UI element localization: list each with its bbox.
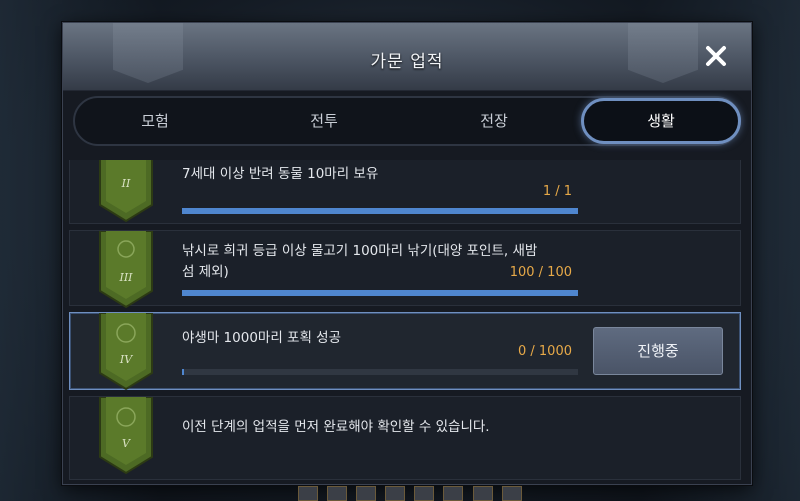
svg-text:V: V <box>122 437 131 450</box>
tab-battlefield[interactable]: 전장 <box>411 98 577 144</box>
hud-slot-icon[interactable] <box>501 486 522 501</box>
hud-slot-icon[interactable] <box>472 486 493 501</box>
progress-bar-fill <box>182 290 578 296</box>
achievement-row: II 7세대 이상 반려 동물 10마리 보유 1 / 1 <box>69 160 741 224</box>
achievement-count: 1 / 1 <box>542 184 572 199</box>
achievement-list[interactable]: II 7세대 이상 반려 동물 10마리 보유 1 / 1 III 낚시로 희귀… <box>69 160 741 480</box>
hud-slot-icon[interactable] <box>356 486 377 501</box>
tier-badge-icon: IV <box>99 313 153 391</box>
achievement-row-locked: V 이전 단계의 업적을 먼저 완료해야 확인할 수 있습니다. <box>69 396 741 480</box>
close-icon <box>706 46 726 66</box>
in-progress-button[interactable]: 진행중 <box>593 327 723 375</box>
progress-bar-fill <box>182 208 578 214</box>
progress-bar <box>182 369 578 375</box>
achievement-count: 100 / 100 <box>509 265 572 280</box>
hud-slot-icon[interactable] <box>385 486 406 501</box>
category-tab-bar: 모험 전투 전장 생활 <box>73 96 741 146</box>
hud-slot-icon[interactable] <box>414 486 435 501</box>
dialog-title: 가문 업적 <box>370 52 444 72</box>
hud-skill-bar <box>298 486 526 501</box>
svg-text:II: II <box>121 177 131 190</box>
tab-combat[interactable]: 전투 <box>241 98 407 144</box>
tab-life[interactable]: 생활 <box>581 98 741 144</box>
family-achievement-dialog: 가문 업적 모험 전투 전장 생활 II 7세대 이상 반려 동물 10마리 보… <box>62 22 752 485</box>
achievement-row-selected[interactable]: IV 야생마 1000마리 포획 성공 0 / 1000 진행중 <box>69 312 741 391</box>
hud-slot-icon[interactable] <box>443 486 464 501</box>
progress-bar-fill <box>182 369 185 375</box>
close-button[interactable] <box>705 45 727 67</box>
tier-badge-icon: III <box>99 231 153 309</box>
locked-achievement-message: 이전 단계의 업적을 먼저 완료해야 확인할 수 있습니다. <box>182 419 490 435</box>
progress-bar <box>182 208 578 214</box>
svg-text:III: III <box>118 271 133 284</box>
tier-badge-icon: V <box>99 397 153 475</box>
achievement-text: 7세대 이상 반려 동물 10마리 보유 <box>182 166 379 182</box>
tab-adventure[interactable]: 모험 <box>75 98 235 144</box>
tier-badge-icon: II <box>99 160 153 223</box>
dialog-header: 가문 업적 <box>63 23 751 91</box>
svg-text:IV: IV <box>119 353 133 366</box>
hud-slot-icon[interactable] <box>298 486 318 501</box>
achievement-count: 0 / 1000 <box>518 344 572 359</box>
hud-slot-icon[interactable] <box>327 486 348 501</box>
achievement-row: III 낚시로 희귀 등급 이상 물고기 100마리 낚기(대양 포인트, 새밤… <box>69 230 741 309</box>
progress-bar <box>182 290 578 296</box>
